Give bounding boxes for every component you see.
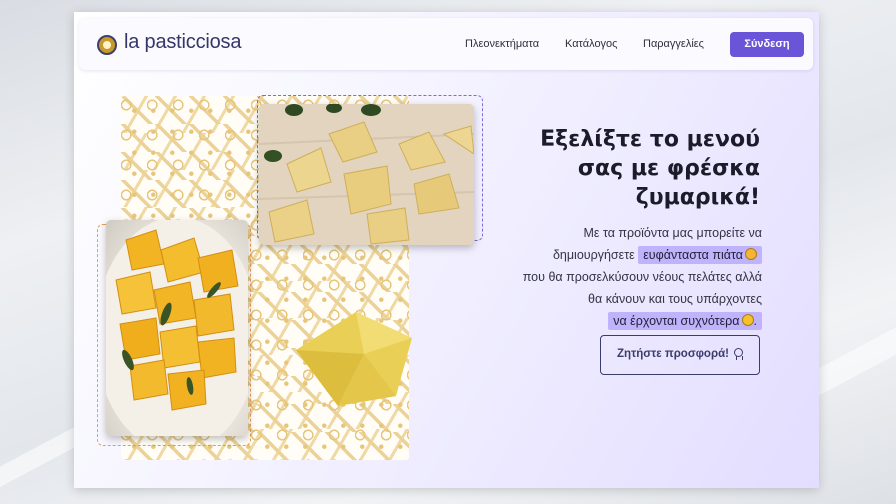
nav-link-orders[interactable]: Παραγγελίες	[643, 38, 704, 50]
description-text: δημιουργήσετε	[552, 248, 635, 262]
headline-line: Εξελίξτε το μενού	[540, 127, 760, 152]
highlight-text: ευφάνταστα πιάτα	[643, 248, 743, 262]
highlight-text: να έρχονται συχνότερα	[613, 314, 740, 328]
request-offer-label: Ζητήστε προσφορά!	[617, 348, 729, 360]
pasta-logo-icon[interactable]	[97, 35, 117, 55]
photo-plated-pasta	[106, 220, 248, 436]
plated-pasta-illustration	[106, 220, 248, 436]
nav-link-catalog[interactable]: Κατάλογος	[565, 38, 617, 50]
highlight-tasty-dishes: ευφάνταστα πιάτα	[638, 246, 762, 264]
nav-link-advantages[interactable]: Πλεονεκτήματα	[465, 38, 539, 50]
pasta-dough-illustration	[259, 104, 474, 245]
login-button[interactable]: Σύνδεση	[730, 32, 804, 57]
hero-description: Με τα προϊόντα μας μπορείτε να δημιουργή…	[462, 222, 762, 332]
highlight-come-more-often: να έρχονται συχνότερα.	[608, 312, 762, 330]
headline-line: σας με φρέσκα	[577, 156, 760, 181]
hero-headline: Εξελίξτε το μενού σας με φρέσκα ζυμαρικά…	[520, 125, 760, 212]
landing-page: la pasticciosa Πλεονεκτήματα Κατάλογος Π…	[74, 12, 819, 488]
single-pasta-piece-image	[296, 312, 412, 406]
description-text: που θα προσελκύσουν νέους πελάτες αλλά	[522, 270, 762, 284]
description-text: .	[753, 314, 757, 328]
award-icon	[733, 348, 743, 360]
photo-fresh-pasta-dough	[259, 104, 474, 245]
navbar: la pasticciosa Πλεονεκτήματα Κατάλογος Π…	[79, 18, 813, 70]
drooling-face-emoji-icon	[745, 248, 757, 260]
smiling-face-emoji-icon	[741, 314, 754, 326]
description-text: Με τα προϊόντα μας μπορείτε να	[583, 226, 763, 240]
description-text: θα κάνουν και τους υπάρχοντες	[588, 292, 762, 306]
brand-name[interactable]: la pasticciosa	[124, 31, 241, 54]
headline-line: ζυμαρικά!	[635, 185, 760, 210]
request-offer-button[interactable]: Ζητήστε προσφορά!	[600, 335, 760, 375]
